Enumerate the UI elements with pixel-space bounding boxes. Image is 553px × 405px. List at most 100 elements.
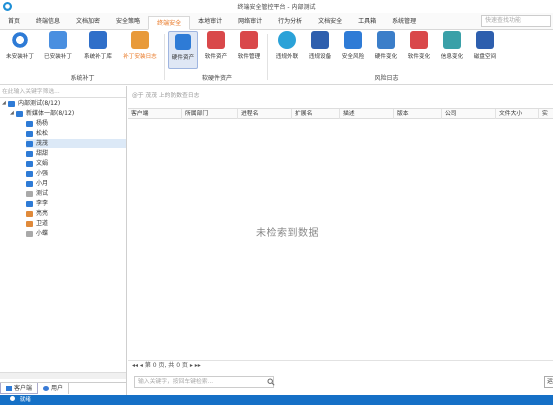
illegal-outreach-button[interactable]: 违规外联 bbox=[271, 31, 303, 60]
organization-icon bbox=[8, 100, 15, 107]
tab-users[interactable]: 用户 bbox=[38, 383, 70, 394]
tree-root-node[interactable]: ◢ 内部测试(8/12) bbox=[2, 99, 60, 108]
column-header[interactable]: 文件大小 bbox=[496, 109, 539, 119]
user-icon bbox=[43, 386, 50, 391]
main-menubar: 首页 终端信息 文档加密 安全策略 终端安全 本地审计 网络审计 行为分析 文档… bbox=[0, 13, 553, 30]
column-header[interactable]: 实 bbox=[539, 109, 553, 119]
info-change-button[interactable]: 信息变化 bbox=[436, 31, 468, 60]
disk-space-button[interactable]: 磁盘空间 bbox=[469, 31, 501, 60]
software-store-icon bbox=[207, 31, 225, 49]
chip-icon bbox=[175, 34, 191, 50]
quick-search-input[interactable]: 快速查找功能 bbox=[481, 15, 551, 27]
log-grid-panel: @于 茂茂 上的防数查日志 客户端 所属部门 进程名 扩展名 描述 版本 公司 … bbox=[128, 86, 553, 395]
grid-header-row: 客户端 所属部门 进程名 扩展名 描述 版本 公司 文件大小 实 bbox=[128, 108, 553, 119]
online-computer-icon bbox=[26, 120, 33, 127]
column-header[interactable]: 所属部门 bbox=[182, 109, 238, 119]
uninstalled-patch-button[interactable]: 未安装补丁 bbox=[2, 31, 38, 60]
status-dot-icon bbox=[10, 396, 15, 401]
tree-client-node[interactable]: 小月 bbox=[26, 179, 48, 188]
column-header[interactable]: 版本 bbox=[394, 109, 442, 119]
illegal-device-button[interactable]: 违规设备 bbox=[304, 31, 336, 60]
tab-clients[interactable]: 客户端 bbox=[0, 383, 39, 394]
installed-patch-button[interactable]: 已安装补丁 bbox=[40, 31, 76, 60]
tree-horizontal-scrollbar[interactable] bbox=[0, 372, 126, 379]
column-header[interactable]: 描述 bbox=[340, 109, 394, 119]
column-header[interactable]: 进程名 bbox=[238, 109, 292, 119]
patch-library-icon bbox=[89, 31, 107, 49]
software-change-icon bbox=[410, 31, 428, 49]
usb-device-icon bbox=[311, 31, 329, 49]
menu-home[interactable]: 首页 bbox=[0, 15, 28, 29]
floppy-disk-icon bbox=[476, 31, 494, 49]
security-risk-button[interactable]: 安全风险 bbox=[337, 31, 369, 60]
software-management-button[interactable]: 软件管理 bbox=[234, 31, 264, 60]
online-computer-icon bbox=[26, 160, 33, 167]
run-button[interactable]: 运 bbox=[544, 376, 553, 388]
offline-computer-icon bbox=[26, 190, 33, 197]
app-logo-icon: ● bbox=[3, 2, 12, 11]
ribbon-group-label: 系统补丁 bbox=[70, 75, 95, 82]
ribbon-toolbar: 未安装补丁 已安装补丁 系统补丁库 补丁安装日志 系统补丁 硬件资产 软件资产 … bbox=[0, 30, 553, 85]
menu-terminal-info[interactable]: 终端信息 bbox=[28, 15, 68, 29]
menu-local-audit[interactable]: 本地审计 bbox=[190, 15, 230, 29]
software-change-button[interactable]: 软件变化 bbox=[403, 31, 435, 60]
column-header[interactable]: 客户端 bbox=[128, 109, 182, 119]
tree-client-node[interactable]: 甜甜 bbox=[26, 149, 48, 158]
tree-client-node[interactable]: 李李 bbox=[26, 199, 48, 208]
ribbon-group-risk-logs: 违规外联 违规设备 安全风险 硬件变化 软件变化 信息变化 磁盘空间 风险日志 bbox=[269, 30, 504, 85]
device-tree-panel: 在此输入关键字筛选... ◢ 内部测试(8/12) ◢ 新媒体一部(8/12) … bbox=[0, 86, 127, 395]
status-bar: 就绪 bbox=[0, 395, 553, 405]
status-text: 就绪 bbox=[19, 397, 31, 403]
patch-missing-icon bbox=[11, 31, 29, 49]
ribbon-separator bbox=[164, 34, 165, 80]
search-icon[interactable] bbox=[267, 378, 275, 386]
tree-client-node-selected[interactable]: 茂茂 bbox=[26, 139, 126, 148]
menu-system-admin[interactable]: 系统管理 bbox=[384, 15, 424, 29]
window-title: 终端安全管控平台 - 内部测试 bbox=[237, 4, 316, 11]
patch-log-icon bbox=[131, 31, 149, 49]
tree-filter-input[interactable]: 在此输入关键字筛选... bbox=[0, 86, 126, 98]
tree-client-node[interactable]: 亮亮 bbox=[26, 209, 48, 218]
hardware-assets-button[interactable]: 硬件资产 bbox=[168, 31, 198, 69]
monitor-risk-icon bbox=[344, 31, 362, 49]
online-computer-icon bbox=[26, 140, 33, 147]
column-header[interactable]: 扩展名 bbox=[292, 109, 340, 119]
tree-client-node[interactable]: 杨杨 bbox=[26, 119, 48, 128]
grid-context-hint: @于 茂茂 上的防数查日志 bbox=[132, 93, 200, 99]
tree-client-node[interactable]: 文娟 bbox=[26, 159, 48, 168]
tree-client-node[interactable]: 测试 bbox=[26, 189, 48, 198]
menu-doc-encrypt[interactable]: 文档加密 bbox=[68, 15, 108, 29]
globe-icon bbox=[278, 31, 296, 49]
warning-computer-icon bbox=[26, 210, 33, 217]
menu-toolbox[interactable]: 工具箱 bbox=[350, 15, 384, 29]
window-titlebar: ● 终端安全管控平台 - 内部测试 bbox=[0, 0, 553, 13]
tree-client-node[interactable]: 小强 bbox=[26, 169, 48, 178]
left-panel-tabs: 客户端 用户 bbox=[0, 382, 126, 394]
patch-installed-icon bbox=[49, 31, 67, 49]
pagination-bar[interactable]: ◂◂ ◂ 第 0 页, 共 0 页 ▸ ▸▸ bbox=[128, 360, 553, 370]
ribbon-group-label: 风险日志 bbox=[374, 75, 399, 82]
tree-client-node[interactable]: 松松 bbox=[26, 129, 48, 138]
ribbon-group-patches: 未安装补丁 已安装补丁 系统补丁库 补丁安装日志 系统补丁 bbox=[0, 30, 165, 85]
tree-group-node[interactable]: ◢ 新媒体一部(8/12) bbox=[10, 109, 74, 118]
hardware-change-icon bbox=[377, 31, 395, 49]
department-icon bbox=[16, 110, 23, 117]
column-header[interactable]: 公司 bbox=[442, 109, 496, 119]
menu-doc-security[interactable]: 文档安全 bbox=[310, 15, 350, 29]
ribbon-separator bbox=[267, 34, 268, 80]
keyword-search-input[interactable]: 输入关键字，按回车键检索... bbox=[134, 376, 274, 388]
ribbon-group-assets: 硬件资产 软件资产 软件管理 软硬件资产 bbox=[166, 30, 268, 85]
menu-network-audit[interactable]: 网络审计 bbox=[230, 15, 270, 29]
software-manage-icon bbox=[240, 31, 258, 49]
menu-behavior-analysis[interactable]: 行为分析 bbox=[270, 15, 310, 29]
patch-library-button[interactable]: 系统补丁库 bbox=[80, 31, 116, 60]
menu-security-policy[interactable]: 安全策略 bbox=[108, 15, 148, 29]
patch-install-log-button[interactable]: 补丁安装日志 bbox=[120, 31, 160, 60]
software-assets-button[interactable]: 软件资产 bbox=[201, 31, 231, 60]
online-computer-icon bbox=[26, 150, 33, 157]
menu-terminal-security[interactable]: 终端安全 bbox=[148, 16, 191, 30]
hardware-change-button[interactable]: 硬件变化 bbox=[370, 31, 402, 60]
empty-state-message: 未检索到数据 bbox=[256, 228, 319, 239]
ribbon-group-label: 软硬件资产 bbox=[201, 75, 232, 82]
online-computer-icon bbox=[26, 180, 33, 187]
